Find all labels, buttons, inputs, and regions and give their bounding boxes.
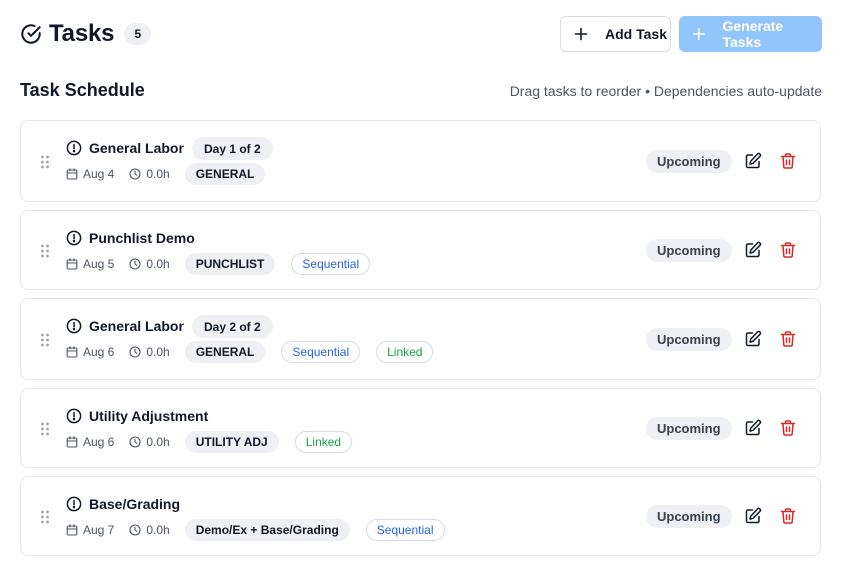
task-name: Punchlist Demo [89,230,195,246]
clock-icon [129,168,141,180]
clock-icon [129,258,141,270]
linked-badge: Linked [376,341,434,363]
grip-vertical-icon[interactable] [40,510,50,524]
task-hours: 0.0h [146,345,170,359]
plus-icon [574,27,588,41]
task-meta: Aug 6 0.0h UTILITY ADJ Linked [66,431,353,453]
grip-vertical-icon[interactable] [40,333,50,347]
generate-tasks-label: Generate Tasks [722,18,784,50]
hours-group: 0.0h [129,435,170,449]
task-date: Aug 4 [83,167,115,181]
task-hours: 0.0h [146,435,170,449]
alert-circle-icon [66,140,82,156]
status-badge: Upcoming [646,239,732,262]
clock-icon [129,436,141,448]
task-hours: 0.0h [146,167,170,181]
hours-group: 0.0h [129,257,170,271]
page-header: Tasks 5 Add Task Generate Tasks [20,16,822,52]
calendar-icon [66,168,78,180]
trash-icon[interactable] [779,241,797,259]
task-card[interactable]: Punchlist Demo Aug 5 0.0h PUNCHLIST Sequ… [20,210,821,290]
task-name: Base/Grading [89,496,181,512]
trash-icon[interactable] [779,507,797,525]
hours-group: 0.0h [129,523,170,537]
grip-vertical-icon[interactable] [40,155,50,169]
task-name: General Labor [89,140,184,156]
task-card[interactable]: Base/Grading Aug 7 0.0h Demo/Ex + Base/G… [20,476,821,556]
section-hint: Drag tasks to reorder • Dependencies aut… [509,83,822,99]
clock-icon [129,524,141,536]
task-hours: 0.0h [146,257,170,271]
task-meta: Aug 4 0.0h GENERAL [66,163,266,185]
status-badge: Upcoming [646,150,732,173]
status-badge: Upcoming [646,328,732,351]
task-date: Aug 7 [83,523,115,537]
alert-circle-icon [66,496,82,512]
plus-icon [692,27,705,41]
alert-circle-icon [66,318,82,334]
sequential-badge: Sequential [291,253,371,275]
edit-icon[interactable] [744,419,762,437]
add-task-label: Add Task [605,26,667,42]
sequential-badge: Sequential [281,341,361,363]
day-badge: Day 2 of 2 [192,315,273,338]
type-badge: Demo/Ex + Base/Grading [184,519,350,541]
task-hours: 0.0h [146,523,170,537]
grip-vertical-icon[interactable] [40,422,50,436]
trash-icon[interactable] [779,419,797,437]
type-badge: GENERAL [184,341,266,363]
trash-icon[interactable] [779,152,797,170]
linked-badge: Linked [294,431,353,453]
calendar-icon [66,258,78,270]
clock-icon [129,346,141,358]
task-date: Aug 6 [83,345,115,359]
day-badge: Day 1 of 2 [192,137,273,160]
alert-circle-icon [66,230,82,246]
add-task-button[interactable]: Add Task [560,16,671,52]
alert-circle-icon [66,408,82,424]
status-badge: Upcoming [646,417,732,440]
type-badge: UTILITY ADJ [184,431,279,453]
grip-vertical-icon[interactable] [40,244,50,258]
section-title: Task Schedule [20,80,145,100]
edit-icon[interactable] [744,330,762,348]
type-badge: GENERAL [184,163,266,185]
task-meta: Aug 5 0.0h PUNCHLIST Sequential [66,253,371,275]
status-badge: Upcoming [646,505,732,528]
edit-icon[interactable] [744,507,762,525]
page-title: Tasks [49,20,115,47]
calendar-icon [66,524,78,536]
edit-icon[interactable] [744,152,762,170]
generate-tasks-button[interactable]: Generate Tasks [679,16,822,52]
check-circle-icon [21,24,41,44]
task-date: Aug 5 [83,257,115,271]
task-meta: Aug 6 0.0h GENERAL Sequential Linked [66,341,434,363]
sequential-badge: Sequential [365,519,445,541]
type-badge: PUNCHLIST [184,253,276,275]
task-name: General Labor [89,318,184,334]
task-date: Aug 6 [83,435,115,449]
task-card[interactable]: Utility Adjustment Aug 6 0.0h UTILITY AD… [20,388,821,468]
hours-group: 0.0h [129,167,170,181]
task-card[interactable]: General Labor Day 2 of 2 Aug 6 0.0h GENE… [20,298,821,380]
calendar-icon [66,346,78,358]
calendar-icon [66,436,78,448]
hours-group: 0.0h [129,345,170,359]
task-name: Utility Adjustment [89,408,209,424]
task-meta: Aug 7 0.0h Demo/Ex + Base/Grading Sequen… [66,519,445,541]
title-group: Tasks 5 [20,20,152,48]
task-card[interactable]: General Labor Day 1 of 2 Aug 4 0.0h GENE… [20,120,821,202]
edit-icon[interactable] [744,241,762,259]
trash-icon[interactable] [779,330,797,348]
task-count-badge: 5 [124,23,152,45]
